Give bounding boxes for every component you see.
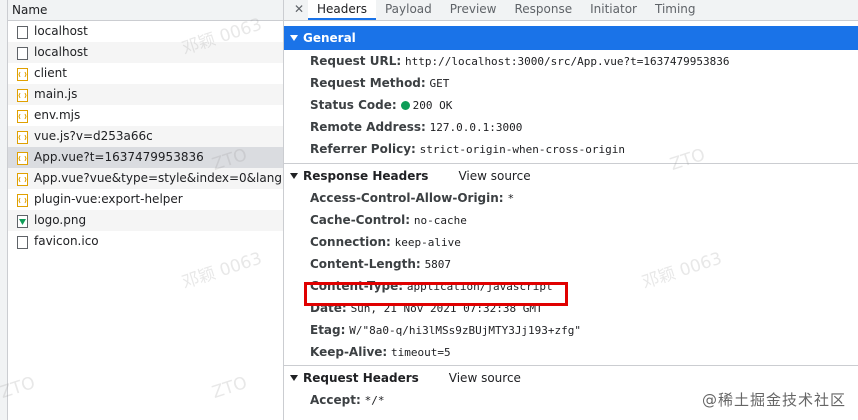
remote-address-row: Remote Address: 127.0.0.1:3000	[284, 116, 858, 138]
details-tabbar: ✕ Headers Payload Preview Response Initi…	[284, 0, 858, 21]
request-details-panel: ✕ Headers Payload Preview Response Initi…	[284, 0, 858, 420]
header-row: Content-Length: 5807	[284, 253, 858, 275]
tab-headers[interactable]: Headers	[308, 0, 376, 20]
header-row: Etag: W/"8a0-q/hi3lMSs9zBUjMTY3Jj193+zfg…	[284, 319, 858, 341]
header-key: Status Code:	[310, 98, 397, 112]
request-name: client	[34, 66, 67, 80]
expand-triangle-icon	[290, 35, 298, 41]
request-list-item[interactable]: localhost	[8, 21, 283, 42]
script-icon	[17, 193, 28, 207]
name-column-header[interactable]: Name	[8, 0, 283, 21]
response-header-rows: Access-Control-Allow-Origin: * Cache-Con…	[284, 187, 858, 363]
tab-preview[interactable]: Preview	[441, 0, 506, 20]
header-value: timeout=5	[391, 346, 451, 359]
document-icon	[17, 25, 28, 39]
script-icon	[17, 151, 28, 165]
status-ok-icon	[400, 101, 410, 110]
response-headers-title: Response Headers	[303, 168, 429, 183]
document-icon	[17, 46, 28, 60]
header-row: Connection: keep-alive	[284, 231, 858, 253]
content-type-highlight-box	[304, 282, 568, 306]
script-icon	[17, 172, 28, 186]
request-list-item[interactable]: env.mjs	[8, 105, 283, 126]
request-list-item[interactable]: vue.js?v=d253a66c	[8, 126, 283, 147]
header-row: Keep-Alive: timeout=5	[284, 341, 858, 363]
header-key: Connection:	[310, 235, 391, 249]
request-list-panel: Name localhost localhost client main.js env.…	[8, 0, 284, 420]
request-list-item[interactable]: logo.png	[8, 210, 283, 231]
script-icon	[17, 109, 28, 123]
request-list-item[interactable]: App.vue?t=1637479953836	[8, 147, 283, 168]
header-key: Content-Length:	[310, 257, 421, 271]
request-name: App.vue?vue&type=style&index=0&lang.css	[34, 171, 283, 185]
request-name: env.mjs	[34, 108, 81, 122]
header-value: */*	[364, 394, 385, 407]
request-headers-section-header[interactable]: Request Headers View source	[284, 365, 858, 389]
header-value: 200 OK	[412, 99, 453, 112]
request-list-item[interactable]: App.vue?vue&type=style&index=0&lang.css	[8, 168, 283, 189]
request-list-item[interactable]: client	[8, 63, 283, 84]
request-list-item[interactable]: main.js	[8, 84, 283, 105]
brand-watermark: @稀土掘金技术社区	[701, 391, 846, 409]
header-key: Request URL:	[310, 54, 402, 68]
header-key: Request Method:	[310, 76, 426, 90]
referrer-policy-row: Referrer Policy: strict-origin-when-cros…	[284, 138, 858, 160]
tab-timing[interactable]: Timing	[646, 0, 705, 20]
tab-initiator[interactable]: Initiator	[581, 0, 646, 20]
request-headers-title: Request Headers	[303, 370, 419, 385]
expand-triangle-icon	[290, 172, 298, 179]
status-code-row: Status Code: 200 OK	[284, 94, 858, 116]
close-icon[interactable]: ✕	[290, 0, 308, 20]
request-name: App.vue?t=1637479953836	[34, 150, 204, 164]
header-row: Access-Control-Allow-Origin: *	[284, 187, 858, 209]
header-key: Cache-Control:	[310, 213, 411, 227]
general-section-header[interactable]: General	[284, 26, 858, 50]
tab-response[interactable]: Response	[505, 0, 581, 20]
general-section-title: General	[303, 31, 356, 45]
view-source-link[interactable]: View source	[449, 366, 521, 390]
header-key: Access-Control-Allow-Origin:	[310, 191, 504, 205]
header-value: W/"8a0-q/hi3lMSs9zBUjMTY3Jj193+zfg"	[349, 324, 582, 337]
general-rows: Request URL: http://localhost:3000/src/A…	[284, 50, 858, 160]
header-value: no-cache	[413, 214, 467, 227]
request-name: plugin-vue:export-helper	[34, 192, 183, 206]
header-value: keep-alive	[394, 236, 461, 249]
left-gutter	[0, 0, 8, 420]
response-headers-section-header[interactable]: Response Headers View source	[284, 163, 858, 187]
request-method-row: Request Method: GET	[284, 72, 858, 94]
tab-payload[interactable]: Payload	[376, 0, 441, 20]
header-value: 5807	[424, 258, 452, 271]
request-list: localhost localhost client main.js env.mjs vu…	[8, 21, 283, 252]
header-value: *	[507, 192, 515, 205]
view-source-link[interactable]: View source	[458, 164, 530, 188]
image-icon	[17, 214, 28, 228]
header-row: Cache-Control: no-cache	[284, 209, 858, 231]
script-icon	[17, 130, 28, 144]
request-url-row: Request URL: http://localhost:3000/src/A…	[284, 50, 858, 72]
request-list-item[interactable]: favicon.ico	[8, 231, 283, 252]
header-key: Remote Address:	[310, 120, 426, 134]
header-value: GET	[429, 77, 450, 90]
header-value: http://localhost:3000/src/App.vue?t=1637…	[404, 55, 730, 68]
request-list-item[interactable]: localhost	[8, 42, 283, 63]
request-name: main.js	[34, 87, 78, 101]
request-name: localhost	[34, 24, 88, 38]
request-name: logo.png	[34, 213, 87, 227]
header-value: 127.0.0.1:3000	[429, 121, 523, 134]
request-name: localhost	[34, 45, 88, 59]
document-icon	[17, 235, 28, 249]
request-name: favicon.ico	[34, 234, 99, 248]
request-name: vue.js?v=d253a66c	[34, 129, 153, 143]
expand-triangle-icon	[290, 374, 298, 381]
header-key: Accept:	[310, 393, 361, 407]
request-list-item[interactable]: plugin-vue:export-helper	[8, 189, 283, 210]
header-key: Etag:	[310, 323, 346, 337]
header-key: Keep-Alive:	[310, 345, 388, 359]
script-icon	[17, 88, 28, 102]
header-value: strict-origin-when-cross-origin	[419, 143, 625, 156]
script-icon	[17, 67, 28, 81]
header-key: Referrer Policy:	[310, 142, 416, 156]
